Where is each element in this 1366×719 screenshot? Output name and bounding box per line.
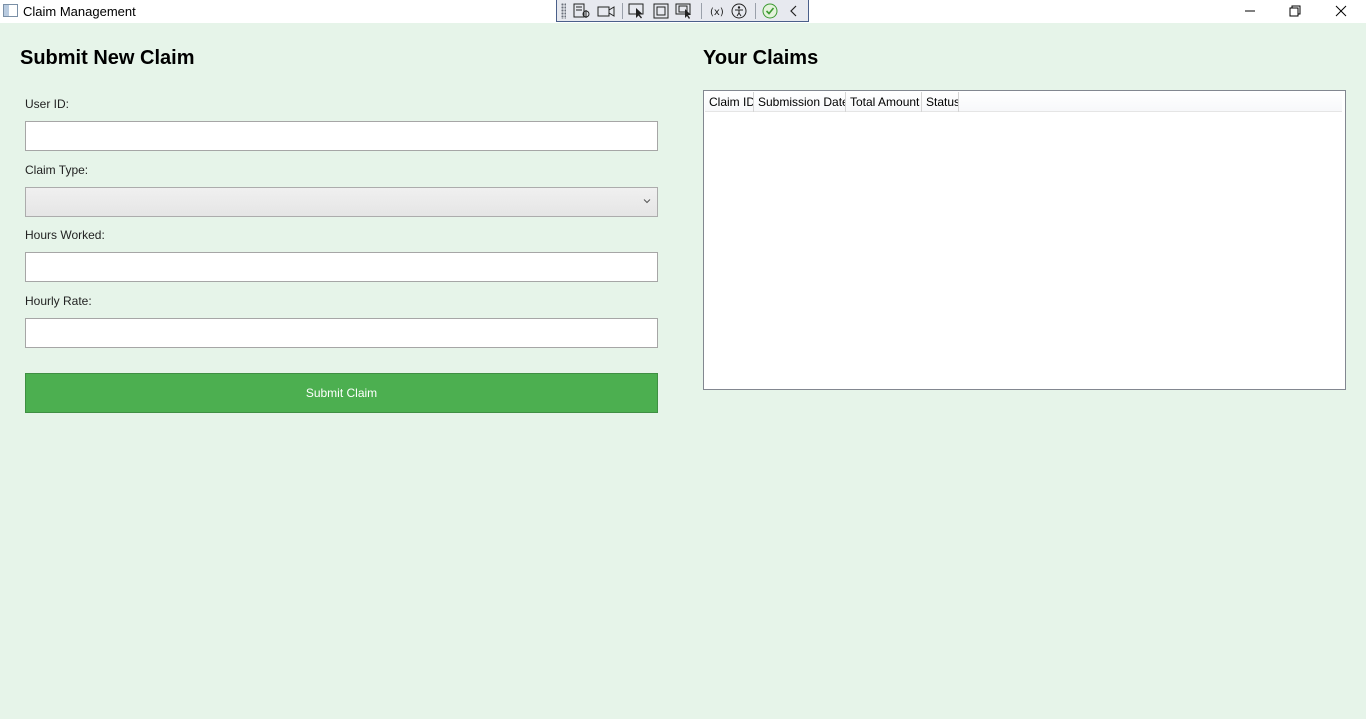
restore-icon — [1289, 5, 1301, 17]
chevron-down-icon — [643, 199, 651, 204]
hourly-rate-field[interactable] — [25, 318, 658, 348]
debug-toolbar: (x) — [556, 0, 809, 22]
claim-type-label: Claim Type: — [25, 163, 89, 177]
select-element-icon[interactable] — [627, 2, 647, 20]
title-bar: Claim Management (x) — [0, 0, 1366, 23]
user-id-label: User ID: — [25, 97, 70, 111]
column-header-status[interactable]: Status — [922, 92, 959, 112]
close-icon — [1335, 5, 1347, 17]
submit-claim-heading: Submit New Claim — [20, 47, 195, 69]
column-header-total-amount[interactable]: Total Amount — [846, 92, 922, 112]
close-button[interactable] — [1318, 0, 1364, 22]
svg-text:(x): (x) — [710, 7, 724, 18]
restore-button[interactable] — [1272, 0, 1318, 22]
track-focused-element-icon[interactable] — [675, 2, 695, 20]
accessibility-icon[interactable] — [730, 2, 750, 20]
column-header-claim-id[interactable]: Claim ID — [705, 92, 754, 112]
your-claims-heading: Your Claims — [703, 47, 819, 69]
toolbar-separator — [700, 2, 702, 19]
column-header-submission-date[interactable]: Submission Date — [754, 92, 846, 112]
collapse-toolbar-icon[interactable] — [784, 2, 804, 20]
claims-table-header: Claim ID Submission Date Total Amount St… — [705, 92, 1342, 112]
minimize-icon — [1245, 10, 1255, 12]
user-id-field[interactable] — [25, 121, 658, 151]
claims-table[interactable]: Claim ID Submission Date Total Amount St… — [703, 90, 1346, 390]
submit-claim-button[interactable]: Submit Claim — [25, 373, 658, 413]
hourly-rate-label: Hourly Rate: — [25, 294, 92, 308]
claim-type-dropdown[interactable] — [25, 187, 658, 217]
display-layout-adorners-icon[interactable] — [651, 2, 671, 20]
live-visual-tree-icon[interactable] — [572, 2, 592, 20]
window-title: Claim Management — [23, 4, 136, 19]
accessibility-check-icon[interactable] — [760, 2, 780, 20]
minimize-button[interactable] — [1227, 0, 1273, 22]
app-window-icon — [3, 4, 18, 17]
record-icon[interactable] — [596, 2, 616, 20]
hours-worked-field[interactable] — [25, 252, 658, 282]
toolbar-grip-icon[interactable] — [561, 2, 567, 19]
toolbar-separator — [755, 2, 757, 19]
hours-worked-label: Hours Worked: — [25, 228, 105, 242]
binding-failures-icon[interactable]: (x) — [706, 2, 726, 20]
toolbar-separator — [622, 2, 624, 19]
